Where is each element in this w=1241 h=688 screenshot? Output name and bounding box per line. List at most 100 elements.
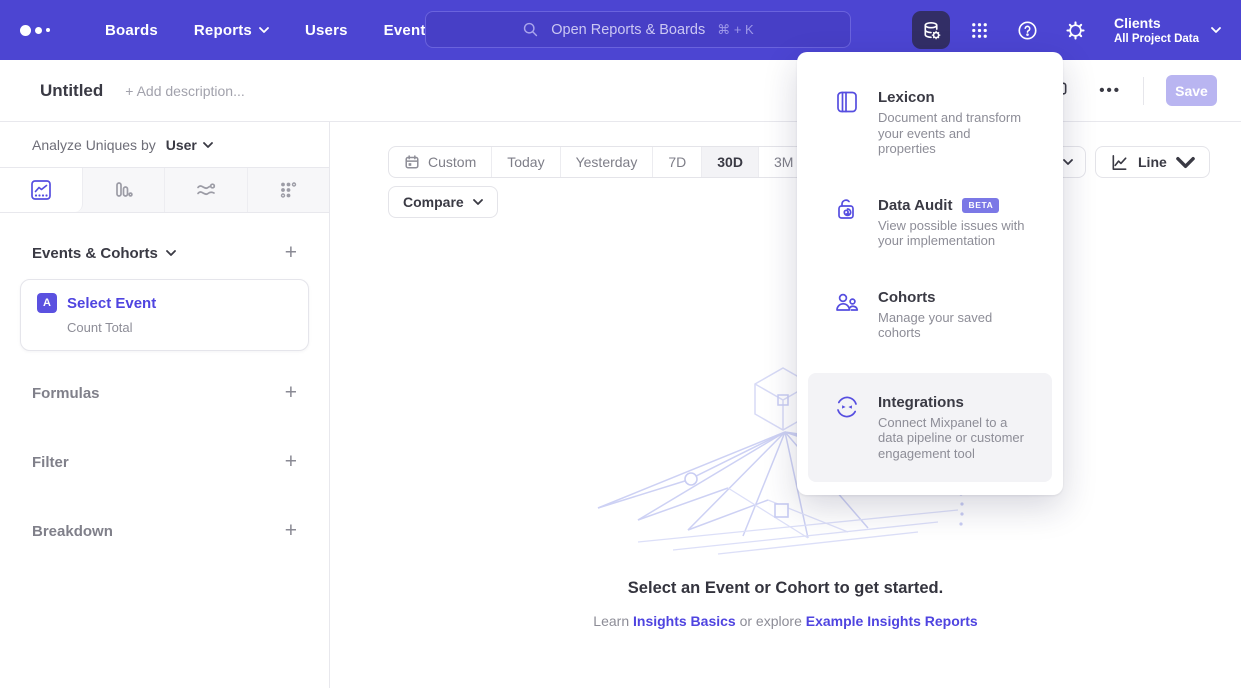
- compare-label: Compare: [403, 194, 464, 210]
- nav-users[interactable]: Users: [305, 22, 348, 39]
- chart-type-dropdown[interactable]: Line: [1095, 146, 1210, 178]
- report-title[interactable]: Untitled: [40, 81, 103, 101]
- tab-stacked-chart[interactable]: [165, 168, 248, 212]
- report-description-field[interactable]: + Add description...: [125, 83, 244, 99]
- range-custom[interactable]: Custom: [389, 147, 491, 177]
- save-button[interactable]: Save: [1166, 75, 1217, 106]
- divider: [1143, 77, 1144, 105]
- range-3m-label: 3M: [774, 154, 793, 170]
- chart-type-label: Line: [1138, 154, 1167, 170]
- nav-boards[interactable]: Boards: [105, 22, 158, 39]
- events-cohorts-header: Events & Cohorts +: [32, 244, 297, 262]
- mixpanel-logo-icon[interactable]: [20, 25, 72, 36]
- database-gear-icon: [921, 20, 942, 41]
- flow-chart-icon: [194, 178, 218, 202]
- select-event-button[interactable]: Select Event: [67, 295, 156, 312]
- chart-type-tabs: [0, 167, 329, 213]
- tab-bar-chart[interactable]: [83, 168, 166, 212]
- data-audit-description: View possible issues with your implement…: [878, 218, 1026, 249]
- empty-state: Select an Event or Cohort to get started…: [330, 579, 1241, 629]
- chevron-down-icon: [203, 142, 213, 148]
- integrations-icon: [834, 394, 861, 462]
- range-30d-label: 30D: [717, 154, 743, 170]
- mixpanel-app: Boards Reports Users Events Open Reports…: [0, 0, 1241, 688]
- report-header-actions: ••• Save: [1044, 75, 1217, 106]
- chevron-down-icon: [473, 199, 483, 205]
- menu-item-cohorts[interactable]: Cohorts Manage your saved cohorts: [808, 281, 1052, 349]
- project-selector[interactable]: Clients All Project Data: [1114, 15, 1221, 46]
- add-event-button[interactable]: +: [285, 244, 297, 262]
- range-yesterday[interactable]: Yesterday: [560, 147, 653, 177]
- report-canvas: Custom Today Yesterday 7D 30D 3M 6M 12M …: [330, 122, 1241, 688]
- range-7d-label: 7D: [668, 154, 686, 170]
- help-button[interactable]: [1008, 11, 1046, 49]
- line-chart-icon: [1110, 153, 1129, 172]
- metric-grid-icon: [276, 178, 300, 202]
- nav-users-label: Users: [305, 22, 348, 39]
- formulas-label: Formulas: [32, 385, 100, 402]
- breakdown-label: Breakdown: [32, 523, 113, 540]
- event-badge: A: [37, 293, 57, 313]
- range-30d-selected[interactable]: 30D: [701, 147, 758, 177]
- event-card[interactable]: A Select Event Count Total: [20, 279, 309, 351]
- lexicon-description: Document and transform your events and p…: [878, 110, 1026, 157]
- or-explore-text: or explore: [740, 613, 802, 629]
- calendar-icon: [404, 154, 420, 170]
- lexicon-icon: [834, 89, 861, 157]
- data-management-button[interactable]: [912, 11, 950, 49]
- breakdown-section: Breakdown +: [0, 522, 329, 540]
- more-options-button[interactable]: •••: [1099, 82, 1121, 99]
- nav-reports-label: Reports: [194, 22, 252, 39]
- range-7d[interactable]: 7D: [652, 147, 701, 177]
- primary-nav: Boards Reports Users Events: [105, 22, 434, 39]
- range-yesterday-label: Yesterday: [576, 154, 638, 170]
- add-filter-button[interactable]: +: [285, 453, 297, 471]
- org-name: Clients: [1114, 15, 1199, 32]
- search-shortcut: ⌘ + K: [717, 22, 754, 38]
- integrations-title: Integrations: [878, 394, 964, 411]
- global-search-input[interactable]: Open Reports & Boards ⌘ + K: [425, 11, 851, 48]
- top-navbar: Boards Reports Users Events Open Reports…: [0, 0, 1241, 60]
- data-management-menu: Lexicon Document and transform your even…: [797, 52, 1063, 495]
- filter-label: Filter: [32, 454, 69, 471]
- tab-line-chart[interactable]: [0, 168, 83, 212]
- lexicon-title: Lexicon: [878, 89, 935, 106]
- bar-chart-icon: [111, 178, 135, 202]
- apps-grid-button[interactable]: [960, 11, 998, 49]
- menu-item-integrations[interactable]: Integrations Connect Mixpanel to a data …: [808, 373, 1052, 483]
- integrations-description: Connect Mixpanel to a data pipeline or c…: [878, 415, 1026, 462]
- chevron-down-icon: [166, 250, 176, 256]
- compare-dropdown[interactable]: Compare: [388, 186, 498, 218]
- example-insights-reports-link[interactable]: Example Insights Reports: [806, 613, 978, 629]
- menu-item-data-audit[interactable]: Data Audit BETA View possible issues wit…: [808, 189, 1052, 257]
- tab-metric[interactable]: [248, 168, 330, 212]
- analyze-row: Analyze Uniques by User: [0, 122, 329, 167]
- count-total-dropdown[interactable]: Count Total: [67, 320, 292, 335]
- chevron-down-icon: [1063, 159, 1073, 165]
- learn-text: Learn: [593, 613, 629, 629]
- menu-item-lexicon[interactable]: Lexicon Document and transform your even…: [808, 81, 1052, 165]
- cohorts-title: Cohorts: [878, 289, 936, 306]
- add-formula-button[interactable]: +: [285, 384, 297, 402]
- add-breakdown-button[interactable]: +: [285, 522, 297, 540]
- analyze-value: User: [166, 137, 197, 153]
- formulas-section: Formulas +: [0, 384, 329, 402]
- events-cohorts-toggle[interactable]: Events & Cohorts: [32, 245, 176, 262]
- beta-badge: BETA: [962, 198, 999, 213]
- analyze-value-dropdown[interactable]: User: [166, 137, 213, 153]
- project-scope: All Project Data: [1114, 32, 1199, 46]
- empty-state-title: Select an Event or Cohort to get started…: [330, 579, 1241, 598]
- line-chart-icon: [29, 178, 53, 202]
- empty-state-subtitle: Learn Insights Basics or explore Example…: [330, 613, 1241, 629]
- insights-basics-link[interactable]: Insights Basics: [633, 613, 736, 629]
- data-audit-icon: [834, 197, 861, 249]
- nav-reports[interactable]: Reports: [194, 22, 269, 39]
- analyze-label: Analyze Uniques by: [32, 137, 156, 153]
- range-today-label: Today: [507, 154, 544, 170]
- data-audit-title: Data Audit: [878, 197, 952, 214]
- cohorts-description: Manage your saved cohorts: [878, 310, 1026, 341]
- range-today[interactable]: Today: [491, 147, 559, 177]
- nav-boards-label: Boards: [105, 22, 158, 39]
- settings-button[interactable]: [1056, 11, 1094, 49]
- chevron-down-icon: [1211, 27, 1221, 33]
